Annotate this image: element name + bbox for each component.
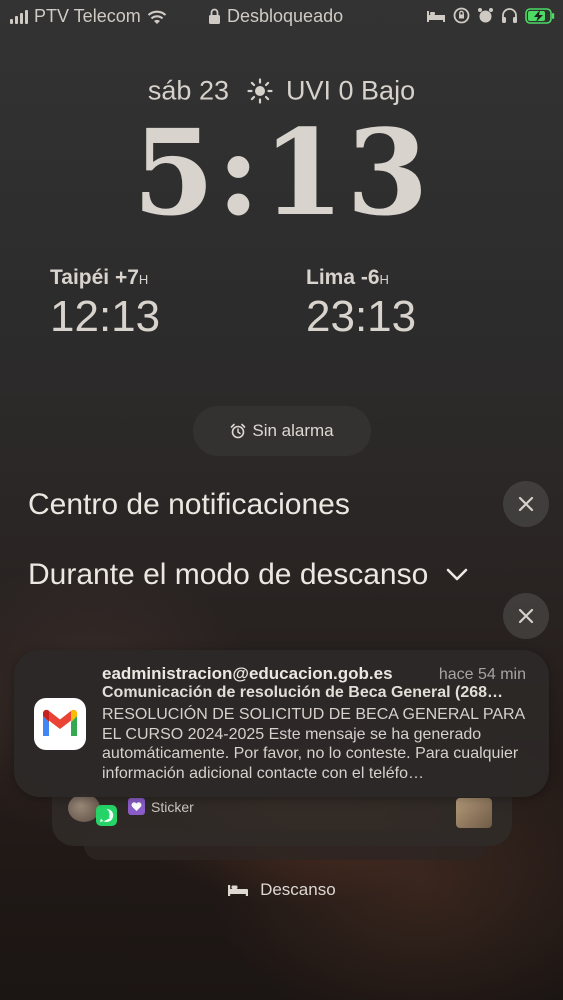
lock-status: Desbloqueado — [208, 6, 343, 27]
attachment-thumbnail — [456, 798, 492, 828]
status-right — [426, 7, 555, 24]
date-weather-row: sáb 23 UVI 0 Bajo — [0, 74, 563, 106]
lock-date: sáb 23 — [147, 75, 229, 106]
sleep-focus-indicator[interactable]: Descanso — [0, 880, 563, 900]
clock-offset-unit: H — [379, 272, 389, 287]
stacked-preview: Sticker — [128, 798, 194, 815]
signal-icon — [10, 9, 28, 24]
notification-subject: Comunicación de resolución de Beca Gener… — [102, 684, 504, 701]
weather-uv: UVI 0 Bajo — [286, 75, 416, 106]
notification-sender: eadministracion@educacion.gob.es — [102, 664, 393, 683]
alarm-icon — [478, 8, 493, 23]
gmail-app-icon — [34, 698, 86, 750]
world-clock-lima[interactable]: Lima -6H 23:13 — [306, 266, 486, 342]
notification-body: RESOLUCIÓN DE SOLICITUD DE BECA GENERAL … — [102, 706, 525, 782]
gmail-notification[interactable]: eadministracion@educacion.gob.es hace 54… — [14, 650, 549, 797]
sleep-focus-group-header[interactable]: Durante el modo de descanso — [28, 558, 468, 592]
chevron-down-icon — [446, 568, 468, 581]
lock-screen-time: 5:13 — [132, 103, 431, 242]
clock-offset-unit: H — [138, 272, 149, 287]
bed-icon — [427, 10, 445, 22]
clock-city: Lima — [306, 266, 356, 289]
clock-offset: -6 — [360, 266, 380, 289]
alarm-widget[interactable]: Sin alarma — [193, 406, 371, 456]
sun-icon — [246, 78, 273, 104]
close-icon — [518, 608, 534, 624]
clear-notifications-button[interactable] — [503, 481, 549, 527]
world-clock-taipei[interactable]: Taipéi +7H 12:13 — [50, 266, 230, 342]
orientation-lock-icon — [453, 7, 470, 24]
clock-time: 23:13 — [306, 292, 417, 341]
battery-charging-icon — [525, 7, 555, 24]
status-left: PTV Telecom — [10, 6, 167, 27]
clock-city-label: Lima -6H — [306, 266, 486, 290]
stacked-preview-text: Sticker — [151, 798, 194, 815]
focus-label: Descanso — [260, 880, 336, 899]
notification-time: hace 54 min — [438, 666, 526, 683]
bed-icon — [228, 885, 249, 896]
clock-city-label: Taipéi +7H — [50, 266, 230, 290]
headphones-icon — [502, 8, 517, 23]
group-title: Durante el modo de descanso — [28, 558, 429, 591]
notification-center-title: Centro de notificaciones — [28, 488, 350, 521]
clear-group-button[interactable] — [503, 593, 549, 639]
carrier-name: PTV Telecom — [34, 6, 141, 26]
alarm-label: Sin alarma — [252, 421, 334, 440]
clock-time: 12:13 — [50, 292, 161, 341]
wifi-icon — [147, 10, 166, 24]
lock-icon — [209, 8, 220, 24]
clock-city: Taipéi — [50, 266, 110, 289]
gmail-icon — [43, 709, 77, 736]
lock-state-label: Desbloqueado — [227, 6, 344, 26]
status-bar: PTV Telecom Desbloqueado — [0, 6, 563, 28]
clock-offset: +7 — [114, 266, 139, 289]
whatsapp-icon — [96, 805, 117, 826]
close-icon — [518, 496, 534, 512]
purple-heart-icon — [128, 798, 145, 815]
alarm-clock-icon — [231, 423, 246, 439]
